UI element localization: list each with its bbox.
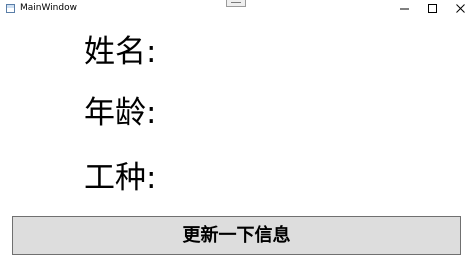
- maximize-icon: [428, 4, 437, 13]
- age-label: 年龄:: [84, 95, 157, 131]
- update-info-button[interactable]: 更新一下信息: [12, 216, 461, 255]
- close-icon: [456, 4, 465, 13]
- resize-grip-icon[interactable]: [226, 0, 246, 7]
- minimize-button[interactable]: [390, 0, 420, 19]
- main-window: MainWindow 姓名: 年龄: 工种: 更新一下信息: [0, 0, 474, 267]
- name-label: 姓名:: [84, 34, 157, 70]
- maximize-button[interactable]: [418, 0, 448, 19]
- window-title: MainWindow: [20, 3, 77, 13]
- job-label: 工种:: [84, 160, 157, 196]
- title-bar[interactable]: MainWindow: [0, 0, 474, 19]
- window-app-icon: [6, 4, 15, 13]
- minimize-icon: [400, 8, 409, 10]
- close-button[interactable]: [446, 0, 474, 19]
